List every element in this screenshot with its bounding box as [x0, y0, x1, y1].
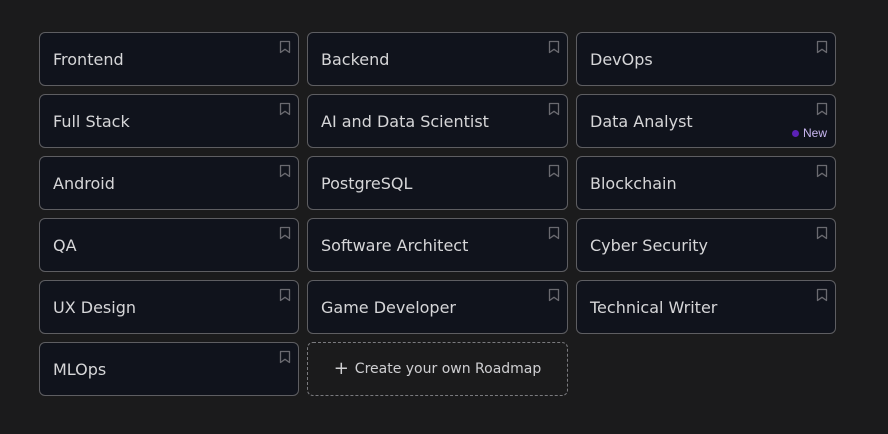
- bookmark-icon[interactable]: [279, 288, 291, 302]
- roadmap-card-label: MLOps: [53, 359, 107, 379]
- new-dot-icon: [791, 129, 799, 137]
- roadmap-card-data-analyst[interactable]: Data Analyst New: [576, 94, 836, 148]
- bookmark-icon[interactable]: [279, 226, 291, 240]
- bookmark-icon[interactable]: [279, 164, 291, 178]
- bookmark-icon[interactable]: [279, 40, 291, 54]
- bookmark-icon[interactable]: [548, 164, 560, 178]
- roadmap-card-label: Frontend: [53, 49, 124, 69]
- new-badge-label: New: [802, 126, 827, 140]
- roadmap-card-label: Backend: [321, 49, 390, 69]
- bookmark-icon[interactable]: [548, 226, 560, 240]
- roadmap-card-label: UX Design: [53, 297, 136, 317]
- roadmap-card-label: DevOps: [590, 49, 653, 69]
- roadmap-card-label: Blockchain: [590, 173, 677, 193]
- roadmap-card-label: Software Architect: [321, 235, 469, 255]
- roadmap-card-qa[interactable]: QA: [39, 218, 299, 272]
- roadmap-card-full-stack[interactable]: Full Stack: [39, 94, 299, 148]
- bookmark-icon[interactable]: [816, 288, 828, 302]
- roadmap-card-software-architect[interactable]: Software Architect: [307, 218, 568, 272]
- roadmap-card-postgresql[interactable]: PostgreSQL: [307, 156, 568, 210]
- bookmark-icon[interactable]: [279, 350, 291, 364]
- roadmap-card-mlops[interactable]: MLOps: [39, 342, 299, 396]
- roadmap-card-ux-design[interactable]: UX Design: [39, 280, 299, 334]
- roadmap-card-devops[interactable]: DevOps: [576, 32, 836, 86]
- roadmap-card-game-developer[interactable]: Game Developer: [307, 280, 568, 334]
- new-badge: New: [791, 126, 827, 140]
- create-roadmap-button[interactable]: + Create your own Roadmap: [307, 342, 568, 396]
- roadmap-card-technical-writer[interactable]: Technical Writer: [576, 280, 836, 334]
- roadmap-card-label: Full Stack: [53, 111, 130, 131]
- roadmap-card-label: Game Developer: [321, 297, 457, 317]
- roadmap-card-backend[interactable]: Backend: [307, 32, 568, 86]
- roadmap-card-label: Android: [53, 173, 115, 193]
- roadmap-card-label: Cyber Security: [590, 235, 709, 255]
- roadmap-grid: Frontend Backend DevOps Full Stack AI an…: [39, 32, 836, 396]
- bookmark-icon[interactable]: [816, 164, 828, 178]
- bookmark-icon[interactable]: [548, 288, 560, 302]
- create-roadmap-label: Create your own Roadmap: [354, 361, 542, 377]
- roadmap-card-blockchain[interactable]: Blockchain: [576, 156, 836, 210]
- bookmark-icon[interactable]: [816, 102, 828, 116]
- bookmark-icon[interactable]: [548, 102, 560, 116]
- bookmark-icon[interactable]: [548, 40, 560, 54]
- roadmap-card-cyber-security[interactable]: Cyber Security: [576, 218, 836, 272]
- bookmark-icon[interactable]: [816, 226, 828, 240]
- bookmark-icon[interactable]: [816, 40, 828, 54]
- roadmap-card-ai-data-scientist[interactable]: AI and Data Scientist: [307, 94, 568, 148]
- plus-icon: +: [333, 358, 349, 379]
- roadmap-card-label: QA: [53, 235, 77, 255]
- roadmap-card-frontend[interactable]: Frontend: [39, 32, 299, 86]
- roadmap-card-label: PostgreSQL: [321, 173, 413, 193]
- roadmap-card-label: Data Analyst: [590, 111, 693, 131]
- roadmap-card-label: AI and Data Scientist: [321, 111, 489, 131]
- roadmap-card-label: Technical Writer: [590, 297, 718, 317]
- bookmark-icon[interactable]: [279, 102, 291, 116]
- roadmap-card-android[interactable]: Android: [39, 156, 299, 210]
